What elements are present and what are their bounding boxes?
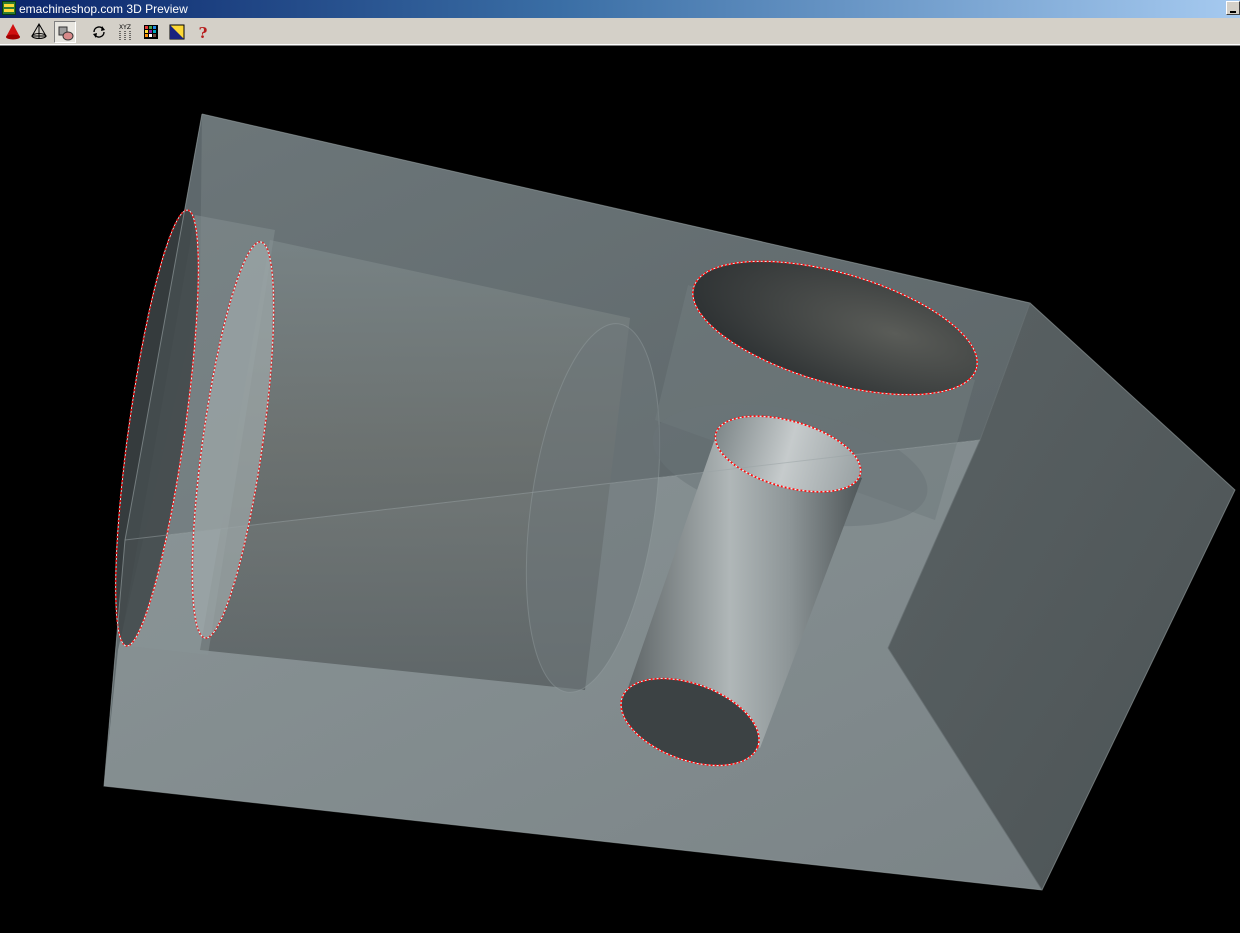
app-icon[interactable] — [2, 1, 16, 15]
rotate-button[interactable] — [88, 21, 110, 43]
color-grid-icon — [144, 25, 158, 39]
part-render[interactable] — [0, 48, 1240, 933]
solid-cone-icon — [6, 24, 20, 40]
minimize-icon — [1230, 11, 1236, 13]
wire-cone-icon — [31, 23, 47, 39]
svg-text:?: ? — [199, 24, 208, 41]
xyz-axes-icon: XYZ — [119, 24, 131, 40]
background-color-icon — [169, 24, 185, 40]
toolbar: XYZ ? — [0, 18, 1240, 46]
axes-label: XYZ — [119, 24, 131, 31]
minimize-button[interactable] — [1226, 1, 1240, 15]
transparent-view-button[interactable] — [54, 21, 76, 43]
transparent-shapes-icon — [58, 26, 74, 41]
title-bar: emachineshop.com 3D Preview — [0, 0, 1240, 18]
wireframe-view-button[interactable] — [28, 21, 50, 43]
window-title: emachineshop.com 3D Preview — [19, 2, 188, 16]
color-button[interactable] — [140, 21, 162, 43]
background-color-button[interactable] — [166, 21, 188, 43]
solid-view-button[interactable] — [2, 21, 24, 43]
axes-button[interactable]: XYZ — [114, 21, 136, 43]
3d-viewport[interactable] — [0, 48, 1240, 933]
rotate-icon — [93, 26, 105, 38]
help-button[interactable]: ? — [192, 21, 214, 43]
help-icon: ? — [199, 24, 208, 41]
